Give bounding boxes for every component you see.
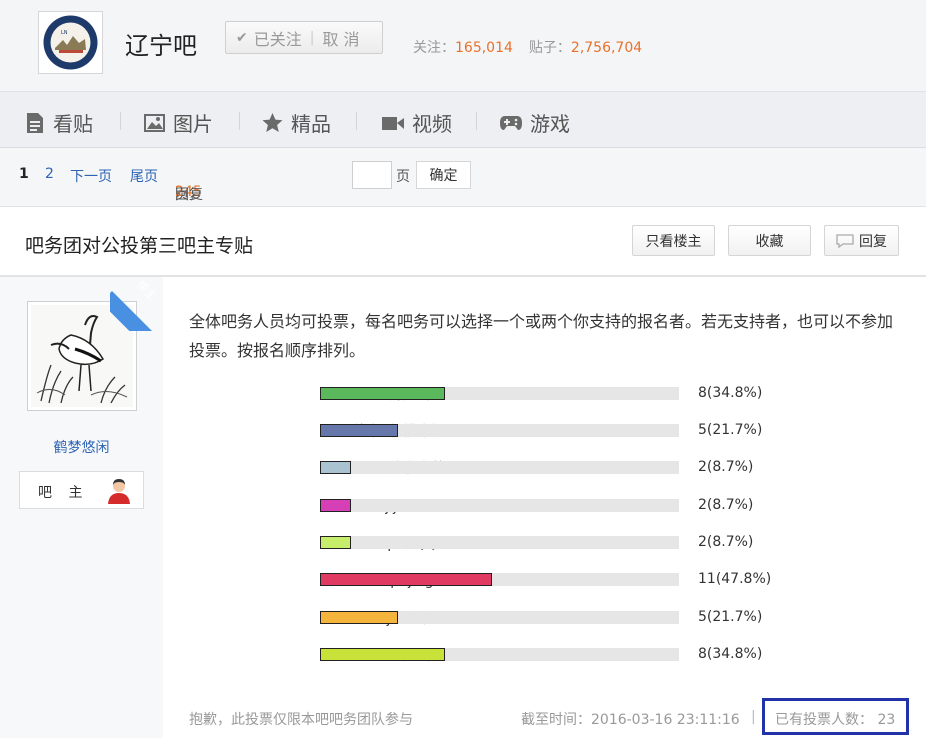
poll-bar-track	[320, 573, 679, 586]
follow-toggle-button[interactable]: ✔ 已关注 | 取 消	[225, 21, 383, 54]
svg-text:LN: LN	[61, 30, 68, 36]
poll-option: 开元新人：8(34.8%)	[163, 384, 926, 404]
poll-option: 蒙牛6核桃牛奶：5(21.7%)	[163, 421, 926, 441]
current-page: 1	[19, 166, 29, 182]
poll-option-result: 2(8.7%)	[698, 497, 754, 513]
op-corner-badge: 楼主	[110, 277, 164, 331]
poll-bar-fill	[320, 611, 398, 624]
poll-deadline: 截至时间：2016-03-16 23:11:16	[521, 712, 740, 728]
forum-logo[interactable]: LN	[38, 11, 103, 74]
star-icon	[262, 112, 283, 132]
poll-bar-track	[320, 387, 679, 400]
poll-option: 追求光芒：2(8.7%)	[163, 458, 926, 478]
post-count-label: 贴子：	[528, 40, 571, 56]
poll-bar-track	[320, 424, 679, 437]
separator: |	[751, 709, 756, 725]
image-icon	[144, 113, 165, 132]
poll-option: pujingw：11(47.8%)	[163, 570, 926, 590]
moderator-icon	[108, 479, 130, 504]
poll-bar-track	[320, 536, 679, 549]
video-icon	[382, 116, 404, 130]
jump-page-input[interactable]	[352, 161, 392, 189]
poll-bar-fill	[320, 648, 445, 661]
follow-count-label: 关注：	[413, 40, 455, 56]
follow-count: 165,014	[455, 40, 513, 56]
comment-icon	[836, 233, 854, 248]
pagination: 1 2 下一页 尾页 245 回复贴，共2页，跳到 页 确定	[0, 148, 926, 243]
jump-confirm-button[interactable]: 确定	[416, 161, 471, 189]
poll-bar-fill	[320, 573, 492, 586]
nav-item-featured[interactable]: 精品	[262, 108, 331, 137]
gamepad-icon	[500, 115, 522, 130]
poll-option-result: 5(21.7%)	[698, 422, 763, 438]
only-op-button[interactable]: 只看楼主	[632, 225, 715, 256]
thread-title-bar: 吧务团对公投第三吧主专贴 只看楼主 收藏 回复	[0, 206, 926, 277]
poll-bar-fill	[320, 499, 351, 512]
voter-count-box: 已有投票人数： 23	[762, 698, 909, 735]
author-panel: 鹤梦悠闲 吧 主	[0, 277, 163, 738]
role-label: 吧 主	[38, 485, 89, 501]
poll-bar-fill	[320, 536, 351, 549]
forum-header: LN 辽宁吧 ✔ 已关注 | 取 消 关注：165,014 贴子：2,756,70…	[0, 0, 926, 92]
nav-item-posts[interactable]: 看贴	[25, 108, 93, 137]
poll-option-result: 5(21.7%)	[698, 609, 763, 625]
next-page-link[interactable]: 下一页	[70, 166, 112, 186]
last-page-link[interactable]: 尾页	[130, 166, 158, 186]
nav-item-games[interactable]: 游戏	[500, 108, 570, 137]
forum-nav: 看贴 图片 精品 视频 游戏	[0, 92, 926, 148]
poll-restriction-note: 抱歉，此投票仅限本吧吧务团队参与	[189, 712, 413, 728]
poll-option: 万山哥：8(34.8%)	[163, 645, 926, 665]
poll-option-result: 2(8.7%)	[698, 534, 754, 550]
followed-label: 已关注	[253, 29, 302, 49]
poll-bar-track	[320, 461, 679, 474]
separator: |	[309, 29, 315, 46]
poll-option-result: 2(8.7%)	[698, 459, 754, 475]
page-2-link[interactable]: 2	[45, 166, 54, 182]
document-icon	[27, 112, 43, 133]
poll-option: jijia1993：2(8.7%)	[163, 496, 926, 516]
reply-button[interactable]: 回复	[824, 225, 899, 256]
thread-title: 吧务团对公投第三吧主专贴	[25, 235, 254, 257]
favorite-button[interactable]: 收藏	[728, 225, 811, 256]
check-icon: ✔	[236, 29, 248, 46]
poll-bar-fill	[320, 387, 445, 400]
poll-option-result: 11(47.8%)	[698, 571, 772, 587]
unfollow-button[interactable]: 取 消	[322, 26, 359, 50]
post-body: 全体吧务人员均可投票，每名吧务可以选择一个或两个你支持的报名者。若无支持者，也可…	[189, 312, 894, 360]
poll-bar-track	[320, 648, 679, 661]
poll-option-result: 8(34.8%)	[698, 385, 763, 401]
role-badge: 吧 主	[19, 471, 144, 509]
forum-name[interactable]: 辽宁吧	[125, 26, 197, 61]
poll-option: q7改QQ1：2(8.7%)	[163, 533, 926, 553]
nav-item-videos[interactable]: 视频	[382, 108, 452, 137]
poll-bar-track	[320, 499, 679, 512]
poll-bar-track	[320, 611, 679, 624]
voter-count: 已有投票人数： 23	[775, 712, 896, 728]
post-count: 2,756,704	[570, 40, 643, 56]
nav-item-images[interactable]: 图片	[144, 108, 213, 137]
username[interactable]: 鹤梦悠闲	[0, 437, 163, 457]
poll-bar-fill	[320, 424, 398, 437]
page-unit: 页	[396, 169, 410, 185]
forum-stats: 关注：165,014 贴子：2,756,704	[413, 37, 642, 57]
poll-bar-fill	[320, 461, 351, 474]
poll-option: hueijia在路上：5(21.7%)	[163, 608, 926, 628]
poll-option-result: 8(34.8%)	[698, 646, 763, 662]
